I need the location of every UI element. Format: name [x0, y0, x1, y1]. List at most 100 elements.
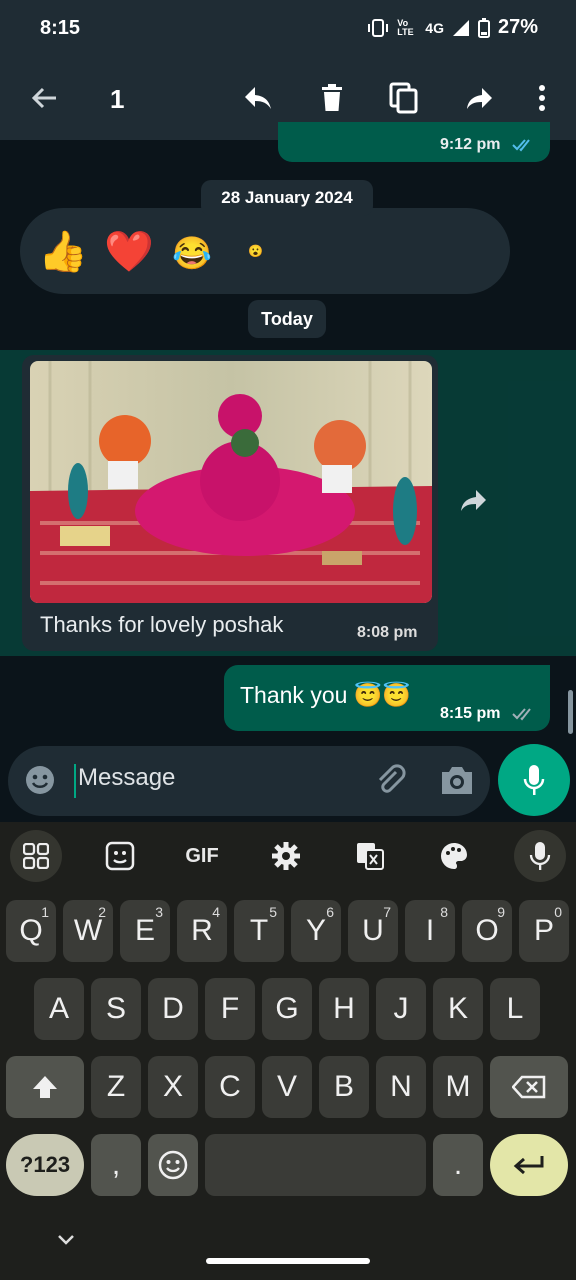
key-d[interactable]: D: [148, 978, 198, 1040]
vibrate-icon: [368, 18, 389, 37]
emoji-key[interactable]: [148, 1134, 198, 1196]
key-b[interactable]: B: [319, 1056, 369, 1118]
key-hint: 6: [326, 904, 334, 920]
key-label: E: [134, 914, 155, 947]
key-g[interactable]: G: [262, 978, 312, 1040]
key-hint: 9: [497, 904, 505, 920]
backspace-key[interactable]: [490, 1056, 568, 1118]
key-label: T: [249, 914, 269, 947]
key-u[interactable]: U7: [348, 900, 398, 962]
smiley-icon: [158, 1150, 188, 1180]
key-z[interactable]: Z: [91, 1056, 141, 1118]
enter-icon: [513, 1156, 544, 1175]
key-label: O: [475, 914, 499, 947]
volte-label: Vo LTE: [397, 17, 414, 37]
key-x[interactable]: X: [148, 1056, 198, 1118]
key-label: Y: [305, 914, 326, 947]
key-t[interactable]: T5: [234, 900, 284, 962]
signal-icon: [452, 19, 469, 36]
image-caption: Thanks for lovely poshak: [40, 612, 284, 637]
network-label: 4G: [425, 19, 444, 36]
key-p[interactable]: P0: [519, 900, 569, 962]
outgoing-message-time: 8:15 pm: [440, 705, 501, 722]
key-a[interactable]: A: [34, 978, 84, 1040]
symbols-key[interactable]: ?123: [6, 1134, 84, 1196]
reaction-picker: [20, 208, 510, 294]
space-key[interactable]: [205, 1134, 426, 1196]
key-m[interactable]: M: [433, 1056, 483, 1118]
back-arrow-icon[interactable]: [24, 78, 64, 118]
mic-icon: [523, 765, 545, 795]
key-k[interactable]: K: [433, 978, 483, 1040]
keyboard: [0, 822, 576, 1280]
sticker-icon[interactable]: [96, 832, 144, 880]
message-time: 9:12 pm: [440, 136, 501, 153]
key-label: I: [425, 914, 435, 947]
key-q[interactable]: Q1: [6, 900, 56, 962]
today-chip: Today: [248, 300, 326, 338]
status-icons: Vo LTE 4G 27%: [367, 16, 538, 39]
key-h[interactable]: H: [319, 978, 369, 1040]
enter-key[interactable]: [490, 1134, 568, 1196]
key-l[interactable]: L: [490, 978, 540, 1040]
keyboard-mic-icon[interactable]: [514, 830, 566, 882]
forward-icon[interactable]: [460, 78, 500, 118]
key-r[interactable]: R4: [177, 900, 227, 962]
key-label: Q: [19, 914, 43, 947]
key-v[interactable]: V: [262, 1056, 312, 1118]
key-o[interactable]: O9: [462, 900, 512, 962]
key-hint: 4: [212, 904, 220, 920]
key-label: U: [362, 914, 384, 947]
settings-icon[interactable]: [262, 832, 310, 880]
apps-icon[interactable]: [10, 830, 62, 882]
voice-record-button[interactable]: [498, 744, 570, 816]
key-i[interactable]: I8: [405, 900, 455, 962]
outgoing-message-text: Thank you 😇😇: [240, 682, 412, 708]
key-e[interactable]: E3: [120, 900, 170, 962]
outgoing-message-partial[interactable]: [278, 122, 550, 162]
gif-button[interactable]: GIF: [178, 832, 226, 880]
key-w[interactable]: W2: [63, 900, 113, 962]
key-f[interactable]: F: [205, 978, 255, 1040]
reaction-laughing[interactable]: 😂: [172, 234, 212, 272]
clock: 8:15: [40, 17, 81, 39]
key-y[interactable]: Y6: [291, 900, 341, 962]
comma-key[interactable]: ,: [91, 1134, 141, 1196]
reaction-surprised[interactable]: 😮: [248, 244, 263, 258]
camera-icon[interactable]: [438, 762, 476, 798]
message-input[interactable]: Message: [74, 764, 348, 798]
copy-icon[interactable]: [384, 78, 424, 118]
more-options-icon[interactable]: [522, 78, 562, 118]
attach-icon[interactable]: [372, 762, 408, 798]
reaction-thumbs-up[interactable]: 👍: [38, 228, 88, 275]
key-hint: 7: [383, 904, 391, 920]
selected-count: 1: [110, 84, 125, 114]
shift-key[interactable]: [6, 1056, 84, 1118]
key-label: R: [191, 914, 213, 947]
key-hint: 8: [440, 904, 448, 920]
key-n[interactable]: N: [376, 1056, 426, 1118]
message-photo[interactable]: [30, 361, 432, 603]
read-receipt-icon: [512, 139, 530, 152]
share-forward-icon[interactable]: [460, 488, 494, 518]
emoji-icon[interactable]: [24, 764, 56, 796]
battery-icon: [477, 17, 490, 38]
key-s[interactable]: S: [91, 978, 141, 1040]
backspace-icon: [512, 1075, 546, 1099]
reaction-heart[interactable]: ❤️: [104, 228, 154, 275]
palette-icon[interactable]: [430, 832, 478, 880]
delete-icon[interactable]: [312, 78, 352, 118]
key-j[interactable]: J: [376, 978, 426, 1040]
key-hint: 5: [269, 904, 277, 920]
hide-keyboard-chevron-icon[interactable]: [56, 1232, 76, 1246]
key-hint: 3: [155, 904, 163, 920]
reply-icon[interactable]: [238, 78, 278, 118]
translate-icon[interactable]: [346, 832, 394, 880]
key-c[interactable]: C: [205, 1056, 255, 1118]
shift-icon: [33, 1076, 57, 1098]
scrollbar-thumb[interactable]: [568, 690, 573, 734]
key-hint: 2: [98, 904, 106, 920]
image-message-time: 8:08 pm: [357, 624, 418, 641]
gesture-nav-bar[interactable]: [206, 1258, 370, 1264]
period-key[interactable]: .: [433, 1134, 483, 1196]
